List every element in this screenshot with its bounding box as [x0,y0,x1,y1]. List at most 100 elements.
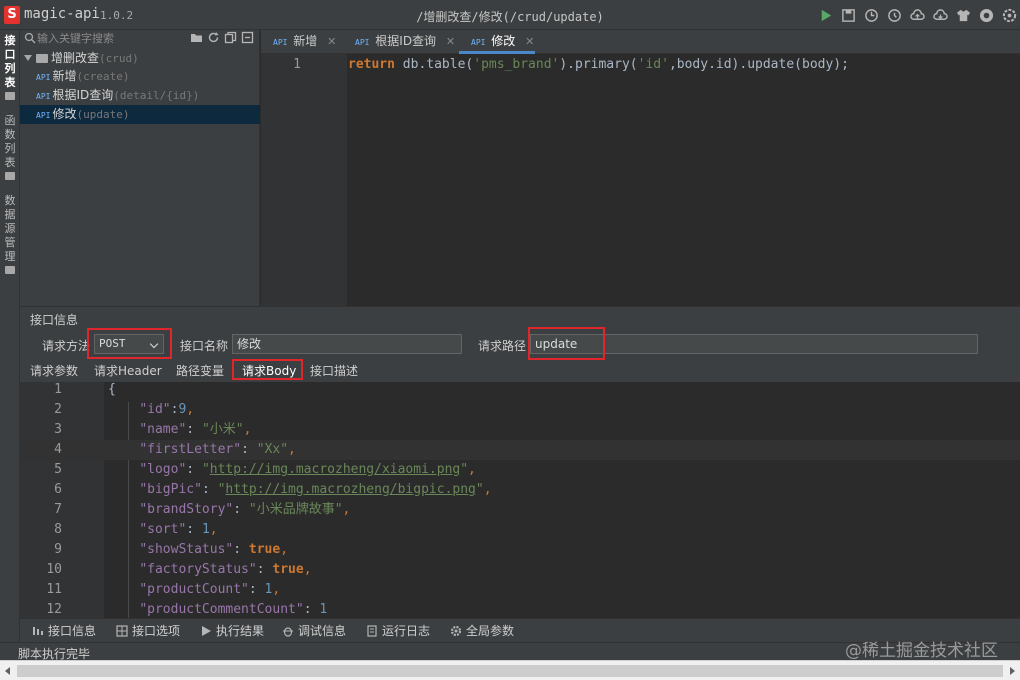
body-line-number: 6 [54,482,62,497]
tab-create[interactable]: API 新增 ✕ [261,30,343,54]
code-line[interactable]: return db.table('pms_brand').primary('id… [348,57,849,72]
line-gutter: 1 [261,54,347,306]
script-editor[interactable]: 1 return db.table('pms_brand').primary('… [261,54,1020,306]
copy-icon[interactable] [224,31,237,44]
scrollbar-thumb[interactable] [17,665,1003,677]
cloud-download-icon[interactable] [931,6,949,24]
body-line-code: "productCount": 1, [139,582,281,597]
api-tag-icon: API [36,92,51,101]
api-tag-icon: API [36,73,51,82]
body-line-number: 4 [54,442,62,457]
api-info-panel: 接口信息 请求方法 POST 接口名称 修改 请求路径 update 请求参数 … [20,306,1020,619]
api-tree-panel: 增删改查(crud) API新增(create) API根据ID查询(detai… [20,30,260,306]
btab-exec-result[interactable]: 执行结果 [200,623,264,639]
cloud-upload-icon[interactable] [908,6,926,24]
body-line[interactable]: 11 "productCount": 1, [20,580,1020,600]
tree-search-input[interactable] [37,30,187,46]
tree-tools [190,31,254,44]
api-tag-icon: API [355,38,370,47]
tree-item-update[interactable]: API 修改(update) [20,105,260,124]
subtab-path-variables[interactable]: 路径变量 [176,362,224,380]
folder-add-icon[interactable] [190,31,203,44]
api-name-field[interactable]: 修改 [232,334,462,354]
github-icon[interactable] [977,6,995,24]
close-icon[interactable]: ✕ [327,35,336,48]
tree-group-crud[interactable]: 增删改查(crud) [20,49,260,68]
close-icon[interactable]: ✕ [446,35,455,48]
scroll-right-icon[interactable] [1010,667,1015,675]
tab-detail[interactable]: API 根据ID查询 ✕ [343,30,459,54]
body-line[interactable]: 6 "bigPic": "http://img.macrozheng/bigpi… [20,480,1020,500]
subtab-api-description[interactable]: 接口描述 [310,362,358,380]
request-body-editor[interactable]: 1{2 "id":9, 3 "name": "小米", 4 "firstLetter… [20,382,1020,619]
folder-icon [5,172,15,180]
method-label: 请求方法 [42,339,91,353]
body-line-code: "firstLetter": "Xx", [139,442,296,457]
subtab-request-params[interactable]: 请求参数 [30,362,78,380]
body-line[interactable]: 9 "showStatus": true, [20,540,1020,560]
name-label: 接口名称 [180,339,229,353]
log-icon [367,625,377,637]
body-line[interactable]: 12 "productCommentCount": 1 [20,600,1020,619]
body-line[interactable]: 2 "id":9, [20,400,1020,420]
editor-tabs: API 新增 ✕ API 根据ID查询 ✕ API 修改 ✕ [261,30,1020,54]
skin-icon[interactable] [954,6,972,24]
body-line[interactable]: 1{ [20,382,1020,400]
vtab-function-list[interactable]: 函 数 列 表 [2,114,18,180]
horizontal-scrollbar[interactable] [0,660,1020,680]
body-line-code: "id":9, [139,402,195,417]
btab-api-options[interactable]: 接口选项 [116,623,180,639]
line-number: 1 [293,57,301,72]
body-line-code: "sort": 1, [139,522,218,537]
body-line-code: "showStatus": true, [139,542,289,557]
close-icon[interactable]: ✕ [525,35,534,48]
vtab-api-list[interactable]: 接 口 列 表 [2,34,18,100]
settings-icon[interactable] [1000,6,1018,24]
body-line-number: 3 [54,422,62,437]
btab-run-log[interactable]: 运行日志 [366,623,430,639]
body-line-number: 8 [54,522,62,537]
btab-debug-info[interactable]: 调试信息 [282,623,346,639]
body-line-number: 2 [54,402,62,417]
highlight-box-method [87,328,172,359]
body-line-number: 10 [46,562,62,577]
body-line[interactable]: 7 "brandStory": "小米品牌故事", [20,500,1020,520]
body-line-code: "bigPic": "http://img.macrozheng/bigpic.… [139,482,492,497]
play-icon [202,626,211,636]
scroll-left-icon[interactable] [5,667,10,675]
body-line[interactable]: 5 "logo": "http://img.macrozheng/xiaomi.… [20,460,1020,480]
vtab-datasource[interactable]: 数 据 源 管 理 [2,194,18,274]
subtab-request-header[interactable]: 请求Header [94,362,162,380]
body-line-number: 5 [54,462,62,477]
gear-icon [450,625,462,637]
tab-update[interactable]: API 修改 ✕ [459,30,535,54]
body-line-number: 1 [54,382,62,397]
body-line-number: 9 [54,542,62,557]
save-icon[interactable] [839,6,857,24]
watermark: @稀土掘金技术社区 [845,641,998,661]
tree-item-create[interactable]: API 新增(create) [20,67,260,86]
title-bar: S magic-api 1.0.2 /增删改查/修改(/crud/update) [0,0,1020,30]
refresh-icon[interactable] [207,31,220,44]
body-line-code: { [108,382,116,397]
btab-api-info[interactable]: 接口信息 [32,623,96,639]
body-line[interactable]: 10 "factoryStatus": true, [20,560,1020,580]
body-line-code: "brandStory": "小米品牌故事", [139,502,351,517]
body-line[interactable]: 3 "name": "小米", [20,420,1020,440]
run-icon[interactable] [816,6,834,24]
side-tool-strip: 接 口 列 表 函 数 列 表 数 据 源 管 理 [0,30,20,642]
body-line[interactable]: 4 "firstLetter": "Xx", [20,440,1020,460]
history-icon[interactable] [862,6,880,24]
title-toolbar [816,6,1018,24]
folder-icon [5,92,15,100]
tree-item-detail[interactable]: API 根据ID查询(detail/{id}) [20,86,260,105]
clock-icon[interactable] [885,6,903,24]
btab-global-params[interactable]: 全局参数 [450,623,514,639]
folder-icon [5,266,15,274]
app-logo: S [4,6,20,24]
chevron-down-icon[interactable] [24,55,32,61]
collapse-icon[interactable] [241,31,254,44]
options-icon [116,625,128,637]
body-line-number: 7 [54,502,62,517]
body-line[interactable]: 8 "sort": 1, [20,520,1020,540]
